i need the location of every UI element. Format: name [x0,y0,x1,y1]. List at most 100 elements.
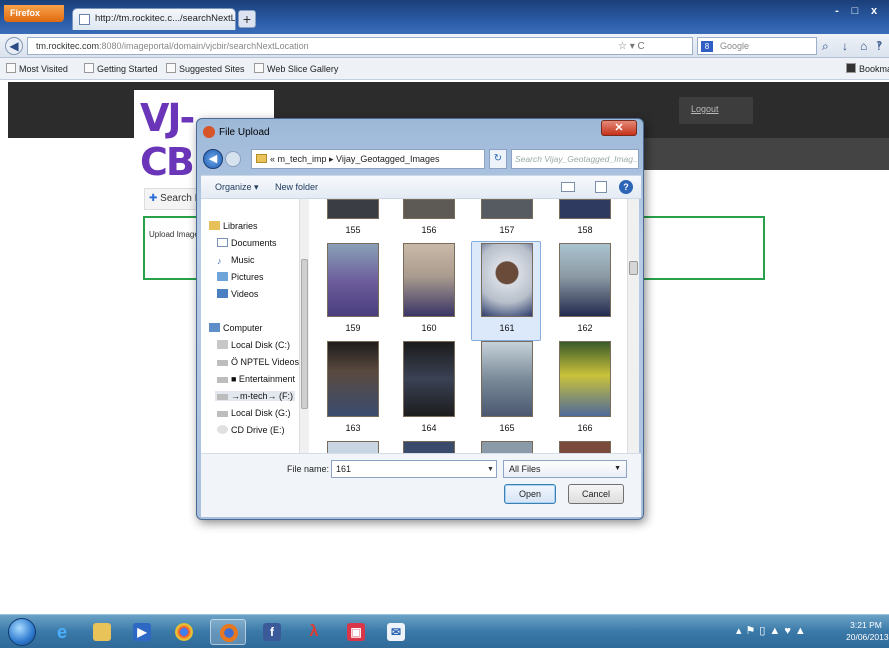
taskbar-media-player[interactable]: ▶ [124,619,160,645]
scroll-thumb[interactable] [629,261,638,275]
file-thumbnail[interactable] [481,199,533,219]
cancel-button[interactable]: Cancel [568,484,624,504]
tree-cd-drive[interactable]: CD Drive (E:) [217,425,285,435]
browser-tab[interactable]: http://tm.rockitec.c.../searchNextLocati… [72,8,236,30]
file-list-scrollbar[interactable] [627,199,639,453]
tree-nptel-videos[interactable]: Ö NPTEL Videos [217,357,299,367]
bookmarks-menu[interactable]: Bookma [846,63,889,74]
clock[interactable]: 3:21 PM 20/06/2013 [846,619,889,643]
dialog-close-button[interactable]: ✕ [601,120,637,136]
url-bar[interactable]: tm.rockitec.com:8080/imageportal/domain/… [27,37,693,55]
navigation-pane: Libraries Documents ♪ Music Pictures Vide… [201,199,309,453]
drive-icon [217,340,228,349]
bookmark-getting-started[interactable]: Getting Started [84,63,158,74]
bookmark-web-slice-gallery[interactable]: Web Slice Gallery [254,63,338,74]
home-icon[interactable]: ⌂ [860,39,867,53]
folder-icon [93,623,111,641]
search-bar[interactable]: 8 Google [697,37,817,55]
bookmarks-toolbar: Most Visited Getting Started Suggested S… [0,58,889,80]
preview-pane-icon[interactable] [595,181,607,193]
taskbar-explorer[interactable] [84,619,120,645]
minimize-button[interactable]: - [829,2,845,20]
reload-star-icons[interactable]: ☆ ▾ C [618,41,645,52]
extension-icon[interactable]: ‽ [876,39,882,53]
firefox-icon [220,624,238,642]
tree-computer[interactable]: Computer [209,323,263,333]
taskbar-facebook[interactable]: f [254,619,290,645]
music-icon: ♪ [217,256,222,266]
file-thumbnail[interactable] [327,199,379,219]
folder-icon [256,154,267,163]
close-window-button[interactable]: x [865,2,883,20]
firefox-menu-button[interactable]: Firefox [4,5,64,22]
taskbar-firefox[interactable] [210,619,246,645]
chevron-down-icon: ▼ [614,465,621,472]
file-thumbnail[interactable] [327,441,379,453]
drive-icon [217,377,228,383]
file-label: 162 [577,323,593,333]
file-thumbnail[interactable] [481,243,533,317]
file-thumbnail[interactable] [559,441,611,453]
file-thumbnail[interactable] [481,441,533,453]
maximize-button[interactable]: □ [847,2,863,20]
documents-icon [217,238,228,247]
system-tray[interactable]: ▴⚑▯▲♥▲ [736,624,810,637]
file-thumbnail[interactable] [559,243,611,317]
search-icon[interactable]: ⌕ [822,39,829,54]
view-options-icon[interactable] [561,182,575,192]
nav-pane-scrollbar[interactable] [299,199,309,453]
taskbar-acrobat[interactable]: λ [296,619,332,645]
file-thumbnail[interactable] [403,243,455,317]
start-button[interactable] [8,618,36,646]
file-thumbnail[interactable] [559,199,611,219]
chevron-down-icon[interactable]: ▼ [487,466,494,473]
download-icon[interactable]: ↓ [842,39,848,53]
folder-breadcrumb[interactable]: « m_tech_imp ▸ Vijay_Geotagged_Images [251,149,485,169]
file-type-select[interactable]: All Files ▼ [503,460,627,478]
tab-title: http://tm.rockitec.c.../searchNextLocati… [95,13,236,24]
back-arrow-icon[interactable]: ◀ [203,149,223,169]
refresh-icon[interactable]: ↻ [489,149,507,169]
tree-videos[interactable]: Videos [217,289,258,299]
tree-local-disk-g[interactable]: Local Disk (G:) [217,408,291,418]
tree-music[interactable]: ♪ Music [217,255,255,266]
folder-search-input[interactable]: Search Vijay_Geotagged_Imag... [511,149,639,169]
file-thumbnail[interactable] [327,243,379,317]
file-name-input[interactable]: 161 [331,460,497,478]
taskbar-outlook[interactable]: ✉ [378,619,414,645]
nav-strip [642,138,889,170]
url-host: tm.rockitec.com [36,41,100,51]
tree-entertainment[interactable]: ■ Entertainment [217,374,295,384]
forward-arrow-icon[interactable] [225,151,241,167]
tree-documents[interactable]: Documents [217,238,277,248]
file-label: 164 [421,423,437,433]
taskbar-ie[interactable]: e [44,619,80,645]
taskbar-app[interactable]: ▣ [338,619,374,645]
new-tab-button[interactable]: + [238,10,256,28]
taskbar-chrome[interactable] [166,619,202,645]
file-thumbnail[interactable] [403,341,455,417]
tree-mtech-f[interactable]: →m-tech→ (F:) [215,391,295,401]
dialog-address-row: ◀ « m_tech_imp ▸ Vijay_Geotagged_Images … [203,149,639,171]
file-thumbnail[interactable] [327,341,379,417]
new-folder-button[interactable]: New folder [275,182,318,192]
bookmark-icon [84,63,94,73]
tree-local-disk-c[interactable]: Local Disk (C:) [217,340,290,350]
scroll-thumb[interactable] [301,259,308,409]
tree-pictures[interactable]: Pictures [217,272,264,282]
bookmark-most-visited[interactable]: Most Visited [6,63,68,74]
file-thumbnail[interactable] [559,341,611,417]
tree-libraries[interactable]: Libraries [209,221,258,231]
help-icon[interactable]: ? [619,180,633,194]
organize-button[interactable]: Organize ▾ [215,182,259,193]
file-thumbnail[interactable] [403,441,455,453]
chrome-icon [175,623,193,641]
bookmark-suggested-sites[interactable]: Suggested Sites [166,63,245,74]
dialog-footer: File name: 161 ▼ All Files ▼ Open Cancel [201,453,641,517]
file-thumbnail[interactable] [403,199,455,219]
back-arrow-icon[interactable]: ◀ [5,37,23,55]
file-thumbnail[interactable] [481,341,533,417]
search-image-link[interactable]: ✚ Search Il [144,188,204,210]
open-button[interactable]: Open [504,484,556,504]
logout-link[interactable]: Logout [679,97,753,124]
